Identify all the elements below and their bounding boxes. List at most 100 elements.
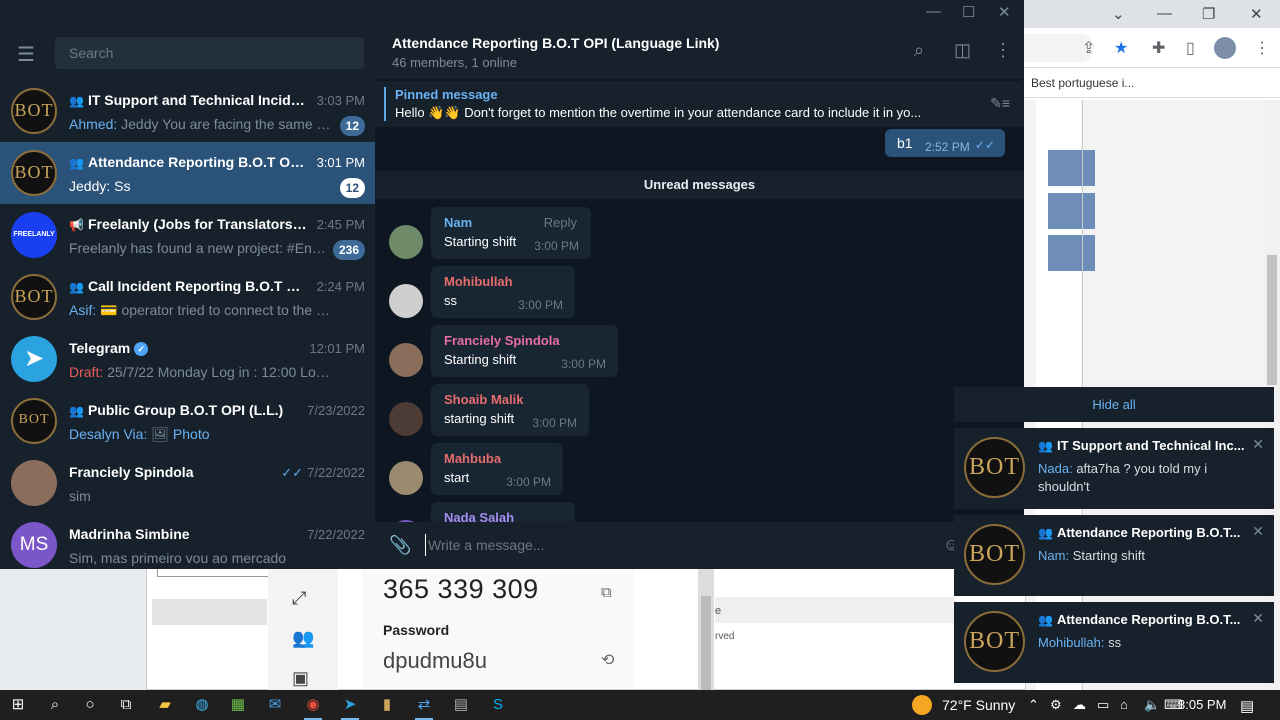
remote-desktop-icon[interactable]: ⇄ (413, 694, 435, 720)
minimize-icon[interactable]: — (926, 3, 941, 20)
search-icon[interactable]: ⌕ (914, 40, 924, 61)
hamburger-menu-icon[interactable]: ☰ (17, 42, 35, 67)
windows-start-icon[interactable]: ⊞ (7, 694, 29, 716)
share-icon[interactable]: ⇪ (1082, 38, 1095, 58)
battery-icon[interactable]: ▭ (1097, 697, 1109, 713)
page-block[interactable] (1048, 193, 1095, 229)
more-icon[interactable]: ⋮ (994, 40, 1012, 61)
page-block[interactable] (1048, 235, 1095, 271)
chat-list-item[interactable]: Franciely Spindola ✓✓ 7/22/2022 sim (0, 452, 375, 514)
bookmark-item[interactable]: Best portuguese i... (1031, 76, 1134, 90)
pinned-message-bar[interactable]: Pinned message Hello 👋👋 Don't forget to … (375, 81, 1024, 127)
network-icon[interactable]: ⌂ (1120, 697, 1128, 712)
volume-icon[interactable]: 🔈 (1144, 697, 1160, 713)
chat-time: 12:01 PM (309, 341, 365, 356)
close-icon[interactable]: ✕ (998, 3, 1011, 21)
chat-preview: Draft: 25/7/22 Monday Log in : 12:00 Log… (69, 364, 331, 380)
star-icon[interactable]: ★ (1114, 38, 1128, 58)
fullscreen-icon[interactable]: ⤢ (292, 588, 306, 609)
chevron-down-icon[interactable]: ⌄ (1112, 5, 1125, 23)
chat-list-item[interactable]: MS Madrinha Simbine 7/22/2022 Sim, mas p… (0, 514, 375, 569)
close-icon[interactable]: ✕ (1250, 5, 1263, 23)
close-icon[interactable]: ✕ (1252, 436, 1264, 453)
maximize-icon[interactable]: ☐ (962, 3, 975, 21)
bookmarks-bar: Best portuguese i... (1024, 68, 1280, 98)
chat-list-item[interactable]: BOT 👥 Call Incident Reporting B.O.T OPI (… (0, 266, 375, 328)
store-icon[interactable]: ▦ (227, 694, 249, 716)
close-icon[interactable]: ✕ (1252, 610, 1264, 627)
notification[interactable]: BOT 👥 IT Support and Technical Inc... ✕ N… (954, 428, 1274, 509)
refresh-icon[interactable]: ⟲ (601, 650, 614, 670)
scrollbar[interactable] (698, 568, 714, 690)
restore-icon[interactable]: ❐ (1202, 5, 1215, 23)
profile-avatar[interactable] (1214, 37, 1236, 59)
weather-text[interactable]: 72°F Sunny (942, 697, 1015, 713)
chevron-up-icon[interactable]: ⌃ (1028, 697, 1039, 713)
message-bubble[interactable]: Nam Reply Starting shift 3:00 PM (431, 207, 591, 259)
notification[interactable]: BOT 👥 Attendance Reporting B.O.T... ✕ Nam… (954, 515, 1274, 596)
chrome-icon[interactable]: ◉ (302, 694, 324, 720)
chat-time: 7/23/2022 (307, 403, 365, 418)
chat-list-item[interactable]: BOT 👥 IT Support and Technical Incidents.… (0, 80, 375, 142)
skype-icon[interactable]: S (487, 694, 509, 716)
minimize-icon[interactable]: — (1157, 5, 1172, 22)
user-avatar[interactable] (389, 343, 423, 377)
scrollbar-thumb[interactable] (1267, 255, 1277, 385)
search-input[interactable]: Search (55, 37, 364, 69)
chat-list-item[interactable]: ➤ Telegram ✓ 12:01 PM Draft: 25/7/22 Mond… (0, 328, 375, 390)
scrollbar-thumb[interactable] (701, 596, 711, 690)
sender-name[interactable]: Nam (444, 215, 472, 230)
pin-list-icon[interactable]: ✎≡ (990, 95, 1010, 112)
panel-text: rved (715, 631, 735, 642)
message-input[interactable] (425, 534, 945, 556)
chat-list-item[interactable]: FREELANLY 📢 Freelanly (Jobs for Translato… (0, 204, 375, 266)
user-avatar[interactable] (389, 461, 423, 495)
tray-app-icon[interactable]: ⚙ (1050, 697, 1062, 713)
user-avatar[interactable] (389, 225, 423, 259)
window-app-icon[interactable]: ▤ (450, 694, 472, 716)
chat-list-item-active[interactable]: BOT 👥 Attendance Reporting B.O.T OPI (L..… (0, 142, 375, 204)
side-panel-icon[interactable]: ▯ (1186, 38, 1195, 58)
extensions-icon[interactable]: ✚ (1152, 38, 1165, 58)
message-bubble[interactable]: Shoaib Malik starting shift 3:00 PM (431, 384, 589, 436)
copy-icon[interactable]: ⧉ (601, 584, 612, 601)
file-explorer-icon[interactable]: ▰ (154, 694, 176, 716)
sender-name[interactable]: Nada Salah (444, 510, 514, 522)
contacts-icon[interactable]: 👥 (292, 628, 314, 649)
message-bubble[interactable]: Mahbuba start 3:00 PM (431, 443, 563, 495)
task-view-icon[interactable]: ⧉ (115, 694, 137, 716)
more-icon[interactable]: ⋮ (1254, 38, 1270, 58)
page-block[interactable] (1048, 150, 1095, 186)
bot-app-icon[interactable]: ▮ (376, 694, 398, 716)
notifications-icon[interactable]: ▤ (1240, 697, 1254, 715)
notification[interactable]: BOT 👥 Attendance Reporting B.O.T... ✕ Moh… (954, 602, 1274, 683)
sender-name[interactable]: Mahbuba (444, 451, 501, 466)
chat-preview: Sim, mas primeiro vou ao mercado (69, 550, 287, 566)
message-bubble[interactable]: Franciely Spindola Starting shift 3:00 P… (431, 325, 618, 377)
sender-name[interactable]: Franciely Spindola (444, 333, 560, 348)
sun-icon[interactable] (912, 695, 932, 715)
telegram-icon[interactable]: ➤ (339, 694, 361, 720)
sender-name[interactable]: Shoaib Malik (444, 392, 523, 407)
chat-list-item[interactable]: BOT 👥 Public Group B.O.T OPI (L.L.) 7/23/… (0, 390, 375, 452)
cortana-icon[interactable]: ○ (79, 694, 101, 716)
onedrive-icon[interactable]: ☁ (1073, 697, 1086, 713)
clock[interactable]: 3:05 PM (1178, 697, 1226, 712)
outgoing-message[interactable]: b1 2:52 PM ✓✓ (885, 129, 1005, 157)
mail-icon[interactable]: ✉ (264, 694, 286, 716)
message-bubble[interactable]: Nada Salah (431, 502, 575, 522)
edge-icon[interactable]: ◍ (191, 694, 213, 716)
search-icon[interactable]: ⌕ (44, 694, 66, 716)
reply-button[interactable]: Reply (544, 215, 577, 230)
unread-divider: Unread messages (375, 171, 1024, 199)
user-avatar[interactable] (389, 402, 423, 436)
paperclip-icon[interactable]: 📎 (389, 535, 411, 556)
message-bubble[interactable]: Mohibullah ss 3:00 PM (431, 266, 575, 318)
sender-name[interactable]: Mohibullah (444, 274, 513, 289)
user-avatar[interactable] (389, 284, 423, 318)
sidebar-toggle-icon[interactable]: ◫ (954, 40, 971, 61)
chat-header[interactable]: Attendance Reporting B.O.T OPI (Language… (375, 26, 1024, 80)
address-book-icon[interactable]: ▣ (292, 668, 309, 689)
hide-all-notifications-button[interactable]: Hide all (954, 387, 1274, 422)
close-icon[interactable]: ✕ (1252, 523, 1264, 540)
